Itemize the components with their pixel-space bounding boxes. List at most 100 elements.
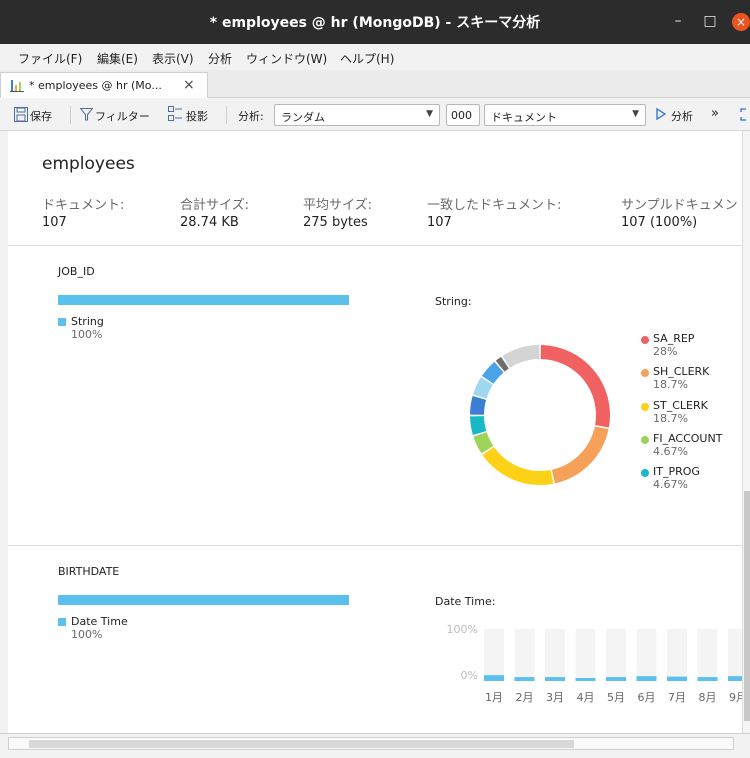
legend-dot-st-clerk (641, 403, 649, 411)
donut-slice-sa-rep (540, 345, 610, 428)
projection-icon[interactable] (168, 106, 182, 122)
field-name-birthdate: BIRTHDATE (58, 565, 120, 578)
menu-analysis[interactable]: 分析 (208, 50, 232, 67)
close-window-button[interactable]: × (732, 13, 750, 31)
menu-help[interactable]: ヘルプ(H) (340, 50, 394, 67)
sample-count-input[interactable]: 000 (446, 104, 480, 126)
tab-label: * employees @ hr (Mo... (29, 79, 162, 92)
type-bar-datetime (58, 595, 349, 605)
legend-label-sh-clerk: SH_CLERK (653, 365, 710, 378)
birthdate-month-bar-chart: 100% 0% 1月 2月 3月 4月 5月 6月 7月 8月 9月 (447, 623, 742, 704)
bar-background (514, 629, 535, 681)
fullscreen-icon[interactable] (740, 108, 748, 121)
stat-label-matched-documents: 一致したドキュメント: (427, 198, 562, 213)
legend-dot-fi-account (641, 436, 649, 444)
bar-background (728, 629, 742, 681)
type-bar-string (58, 295, 349, 305)
app-window: * employees @ hr (MongoDB) - スキーマ分析 – □ … (0, 0, 750, 758)
stat-label-sample-documents: サンプルドキュメン (621, 198, 738, 213)
stat-label-total-size: 合計サイズ: (180, 198, 249, 213)
sample-unit-value: ドキュメント (491, 111, 557, 124)
bar-month-7 (667, 676, 687, 681)
donut-slice-st-clerk (482, 446, 554, 485)
horizontal-scroll-thumb[interactable] (29, 740, 574, 748)
bar-month-9 (728, 676, 742, 681)
bar-background (606, 629, 626, 681)
title-bar[interactable]: * employees @ hr (MongoDB) - スキーマ分析 – □ … (0, 0, 750, 44)
menu-view[interactable]: 表示(V) (152, 50, 194, 67)
legend-percent-fi-account: 4.67% (653, 445, 688, 458)
horizontal-scrollbar[interactable] (0, 733, 750, 758)
menu-edit[interactable]: 編集(E) (97, 50, 138, 67)
projection-button[interactable]: 投影 (186, 108, 208, 124)
x-tick-label: 7月 (668, 691, 686, 704)
type-percent-datetime: 100% (71, 628, 103, 641)
filter-button[interactable]: フィルター (95, 108, 150, 124)
maximize-button[interactable]: □ (700, 13, 720, 29)
legend-percent-it-prog: 4.67% (653, 478, 688, 491)
left-gutter (0, 131, 8, 733)
menu-file[interactable]: ファイル(F) (18, 50, 82, 67)
chevron-down-icon: ▼ (632, 109, 639, 119)
legend-dot-sa-rep (641, 336, 649, 344)
stat-value-sample-documents: 107 (100%) (621, 215, 698, 230)
type-label-string: String (71, 315, 104, 328)
x-tick-label: 6月 (638, 691, 656, 704)
x-tick-label: 4月 (577, 691, 595, 704)
x-tick-label: 2月 (516, 691, 534, 704)
bar-background (545, 629, 565, 681)
x-tick-label: 3月 (546, 691, 564, 704)
job-id-donut-chart (470, 345, 610, 485)
legend-swatch-datetime (58, 618, 66, 626)
bar-month-2 (514, 677, 535, 681)
minimize-button[interactable]: – (668, 13, 688, 29)
sampling-mode-select[interactable]: ランダム ▼ (274, 104, 440, 126)
legend-swatch-string (58, 318, 66, 326)
tab-employees[interactable]: * employees @ hr (Mo... × (0, 72, 208, 98)
horizontal-scroll-track[interactable] (8, 737, 734, 750)
pie-chart-title: String: (435, 295, 472, 308)
chart-bars-icon (10, 80, 24, 92)
analysis-label: 分析: (238, 110, 264, 123)
legend-dot-it-prog (641, 469, 649, 477)
legend-percent-st-clerk: 18.7% (653, 412, 688, 425)
vertical-scroll-thumb[interactable] (744, 491, 750, 721)
donut-slice-slice-6 (470, 396, 487, 415)
divider (8, 545, 742, 546)
bar-month-3 (545, 677, 565, 681)
window-title: * employees @ hr (MongoDB) - スキーマ分析 (209, 15, 541, 31)
stat-label-average-size: 平均サイズ: (303, 198, 372, 213)
filter-icon[interactable] (80, 108, 93, 121)
legend-label-it-prog: IT_PROG (653, 465, 700, 478)
x-tick-label: 5月 (607, 691, 625, 704)
run-analysis-button[interactable]: 分析 (671, 108, 693, 124)
bar-background (484, 629, 504, 681)
type-percent-string: 100% (71, 328, 103, 341)
vertical-scrollbar[interactable] (742, 131, 750, 733)
schema-analysis-panel: employees ドキュメント: 107 合計サイズ: 28.74 KB 平均… (8, 131, 742, 733)
sampling-mode-value: ランダム (281, 111, 325, 124)
bar-background (575, 629, 596, 681)
legend-label-sa-rep: SA_REP (653, 332, 695, 345)
bar-month-6 (636, 676, 657, 681)
chevron-down-icon: ▼ (426, 109, 433, 119)
menu-window[interactable]: ウィンドウ(W) (246, 50, 327, 67)
sample-unit-select[interactable]: ドキュメント ▼ (484, 104, 646, 126)
tab-close-button[interactable]: × (183, 77, 195, 93)
toolbar-separator (226, 106, 227, 124)
legend-dot-sh-clerk (641, 369, 649, 377)
bar-month-5 (606, 677, 626, 681)
save-button[interactable]: 保存 (30, 108, 52, 124)
bar-month-8 (697, 677, 718, 681)
bar-month-4 (575, 678, 596, 681)
legend-percent-sa-rep: 28% (653, 345, 678, 358)
y-tick-label-max: 100% (447, 623, 478, 636)
play-icon[interactable] (656, 108, 666, 120)
menu-bar: ファイル(F) 編集(E) 表示(V) 分析 ウィンドウ(W) ヘルプ(H) (0, 44, 750, 70)
save-icon[interactable] (14, 107, 28, 122)
legend-percent-sh-clerk: 18.7% (653, 378, 688, 391)
x-tick-label: 9月 (729, 691, 742, 704)
stat-value-matched-documents: 107 (427, 215, 452, 230)
type-label-datetime: Date Time (71, 615, 128, 628)
more-tools-button[interactable]: » (711, 106, 719, 121)
